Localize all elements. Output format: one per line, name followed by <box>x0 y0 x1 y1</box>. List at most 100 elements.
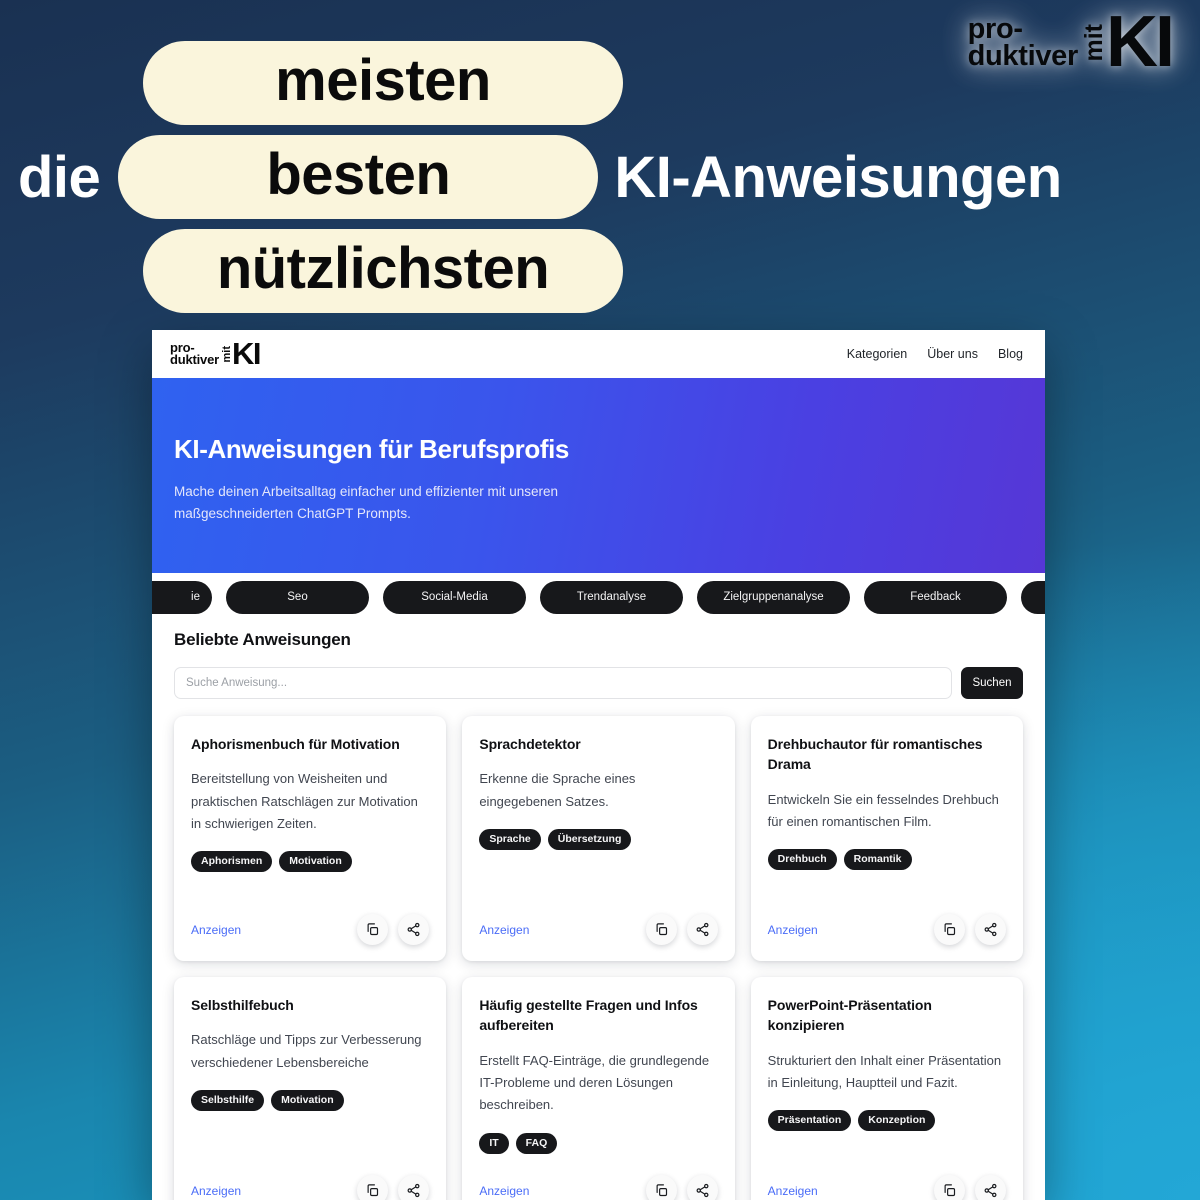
category-pill-analyse[interactable]: Analyse <box>1021 580 1045 614</box>
copy-icon[interactable] <box>357 914 389 945</box>
copy-icon[interactable] <box>645 1175 677 1200</box>
card-view-link[interactable]: Anzeigen <box>191 923 241 937</box>
copy-icon[interactable] <box>934 914 965 945</box>
card-tags: Drehbuch Romantik <box>767 849 1006 871</box>
share-icon[interactable] <box>686 1175 718 1200</box>
card-tag[interactable]: Romantik <box>843 849 912 871</box>
copy-icon[interactable] <box>934 1175 965 1200</box>
share-icon[interactable] <box>398 914 430 945</box>
card-actions <box>645 1175 718 1200</box>
promo-line-1: meisten <box>0 36 1200 130</box>
card-tag[interactable]: FAQ <box>515 1132 558 1154</box>
prompt-card[interactable]: Aphorismenbuch für Motivation Bereitstel… <box>174 716 447 961</box>
card-tags: Sprache Übersetzung <box>479 829 717 851</box>
site-logo-words: pro- duktiver <box>170 340 219 367</box>
card-view-link[interactable]: Anzeigen <box>191 1184 241 1198</box>
category-pill-zielgruppenanalyse[interactable]: Zielgruppenanalyse <box>697 580 850 614</box>
card-footer: Anzeigen <box>768 1175 1006 1200</box>
site-header: pro- duktiver mit KI Kategorien Über uns… <box>152 330 1045 378</box>
prompt-card[interactable]: Drehbuchautor für romantisches Drama Ent… <box>750 716 1023 961</box>
card-tag[interactable]: Motivation <box>279 851 352 873</box>
card-view-link[interactable]: Anzeigen <box>479 1184 529 1198</box>
card-tag[interactable]: Motivation <box>271 1090 344 1112</box>
card-tags: Selbsthilfe Motivation <box>191 1090 429 1112</box>
section-title: Beliebte Anweisungen <box>174 630 351 649</box>
prompt-card[interactable]: Selbsthilfebuch Ratschläge und Tipps zur… <box>174 977 447 1200</box>
promo-line-3: nützlichsten <box>0 224 1200 318</box>
promo-pill-2: besten <box>118 135 599 219</box>
card-tags: Präsentation Konzeption <box>767 1110 1006 1132</box>
card-actions <box>357 914 430 945</box>
category-pill-feedback[interactable]: Feedback <box>864 580 1007 614</box>
card-description: Bereitstellung von Weisheiten und prakti… <box>191 771 418 832</box>
card-description: Entwickeln Sie ein fesselndes Drehbuch f… <box>767 791 999 829</box>
card-tags: Aphorismen Motivation <box>191 851 429 873</box>
card-footer: Anzeigen <box>191 914 430 945</box>
promo-overlay: pro- duktiver mit KI meisten die besten … <box>0 0 1200 330</box>
search-button[interactable]: Suchen <box>961 667 1023 699</box>
promo-pill-3: nützlichsten <box>143 229 623 313</box>
prompt-card[interactable]: PowerPoint-Präsentation konzipieren Stru… <box>750 977 1023 1200</box>
card-title: Selbsthilfebuch <box>191 997 294 1013</box>
card-actions <box>357 1175 430 1200</box>
category-pill-trendanalyse[interactable]: Trendanalyse <box>540 580 683 614</box>
card-tag[interactable]: Drehbuch <box>767 849 837 871</box>
nav-item-kategorien[interactable]: Kategorien <box>847 347 907 361</box>
card-actions <box>934 914 1006 945</box>
copy-icon[interactable] <box>357 1175 389 1200</box>
promo-trail-2: KI-Anweisungen <box>614 144 1062 210</box>
card-actions <box>645 914 718 945</box>
card-footer: Anzeigen <box>768 914 1006 945</box>
site-logo-line2: duktiver <box>170 351 219 367</box>
promo-headline: meisten die besten KI-Anweisungen nützli… <box>0 36 1200 318</box>
card-tags: IT FAQ <box>479 1132 717 1154</box>
card-tag[interactable]: Sprache <box>479 829 541 851</box>
card-tag[interactable]: Selbsthilfe <box>191 1090 265 1112</box>
category-pill-partial[interactable]: ie <box>152 580 212 614</box>
share-icon[interactable] <box>975 914 1006 945</box>
site-nav: Kategorien Über uns Blog <box>847 347 1023 361</box>
card-title: Sprachdetektor <box>479 736 581 752</box>
card-footer: Anzeigen <box>191 1175 430 1200</box>
copy-icon[interactable] <box>645 914 677 945</box>
card-view-link[interactable]: Anzeigen <box>768 1184 818 1198</box>
card-tag[interactable]: Konzeption <box>858 1110 936 1132</box>
card-view-link[interactable]: Anzeigen <box>768 923 818 937</box>
promo-pill-1: meisten <box>143 41 623 125</box>
share-icon[interactable] <box>686 914 718 945</box>
site-logo-mit: mit <box>220 345 233 363</box>
nav-item-blog[interactable]: Blog <box>998 347 1023 361</box>
category-pill-row[interactable]: ie Seo Social-Media Trendanalyse Zielgru… <box>152 573 1045 621</box>
card-footer: Anzeigen <box>479 1175 718 1200</box>
card-actions <box>934 1175 1006 1200</box>
site-logo[interactable]: pro- duktiver mit KI <box>170 335 262 371</box>
card-description: Strukturiert den Inhalt einer Präsentati… <box>767 1052 1002 1090</box>
prompt-card[interactable]: Sprachdetektor Erkenne die Sprache eines… <box>462 716 735 961</box>
promo-line-2: die besten KI-Anweisungen <box>0 130 1200 224</box>
card-title: Häufig gestellte Fragen und Infos aufber… <box>479 997 698 1034</box>
card-title: PowerPoint-Präsentation konzipieren <box>767 997 932 1034</box>
card-title: Drehbuchautor für romantisches Drama <box>767 736 983 773</box>
site-logo-ki: KI <box>231 335 262 371</box>
category-pill-social-media[interactable]: Social-Media <box>383 580 526 614</box>
category-pill-seo[interactable]: Seo <box>226 580 369 614</box>
search-row: Suchen <box>152 650 1045 699</box>
card-tag[interactable]: Übersetzung <box>547 829 632 851</box>
card-footer: Anzeigen <box>479 914 718 945</box>
card-description: Erkenne die Sprache eines eingegebenen S… <box>479 771 636 809</box>
nav-item-ueber-uns[interactable]: Über uns <box>927 347 978 361</box>
card-tag[interactable]: Präsentation <box>767 1110 852 1132</box>
share-icon[interactable] <box>398 1175 430 1200</box>
card-title: Aphorismenbuch für Motivation <box>191 736 400 752</box>
promo-lead-2: die <box>18 144 101 210</box>
hero-banner: KI-Anweisungen für Berufsprofis Mache de… <box>152 378 1045 573</box>
card-view-link[interactable]: Anzeigen <box>479 923 529 937</box>
card-tag[interactable]: Aphorismen <box>191 851 273 873</box>
card-tag[interactable]: IT <box>479 1132 509 1154</box>
share-icon[interactable] <box>975 1175 1006 1200</box>
search-input[interactable] <box>174 667 952 699</box>
prompt-card[interactable]: Häufig gestellte Fragen und Infos aufber… <box>462 977 735 1200</box>
website-screenshot: pro- duktiver mit KI Kategorien Über uns… <box>152 330 1045 1200</box>
hero-title: KI-Anweisungen für Berufsprofis <box>174 434 569 464</box>
prompt-card-grid: Aphorismenbuch für Motivation Bereitstel… <box>152 699 1045 1200</box>
